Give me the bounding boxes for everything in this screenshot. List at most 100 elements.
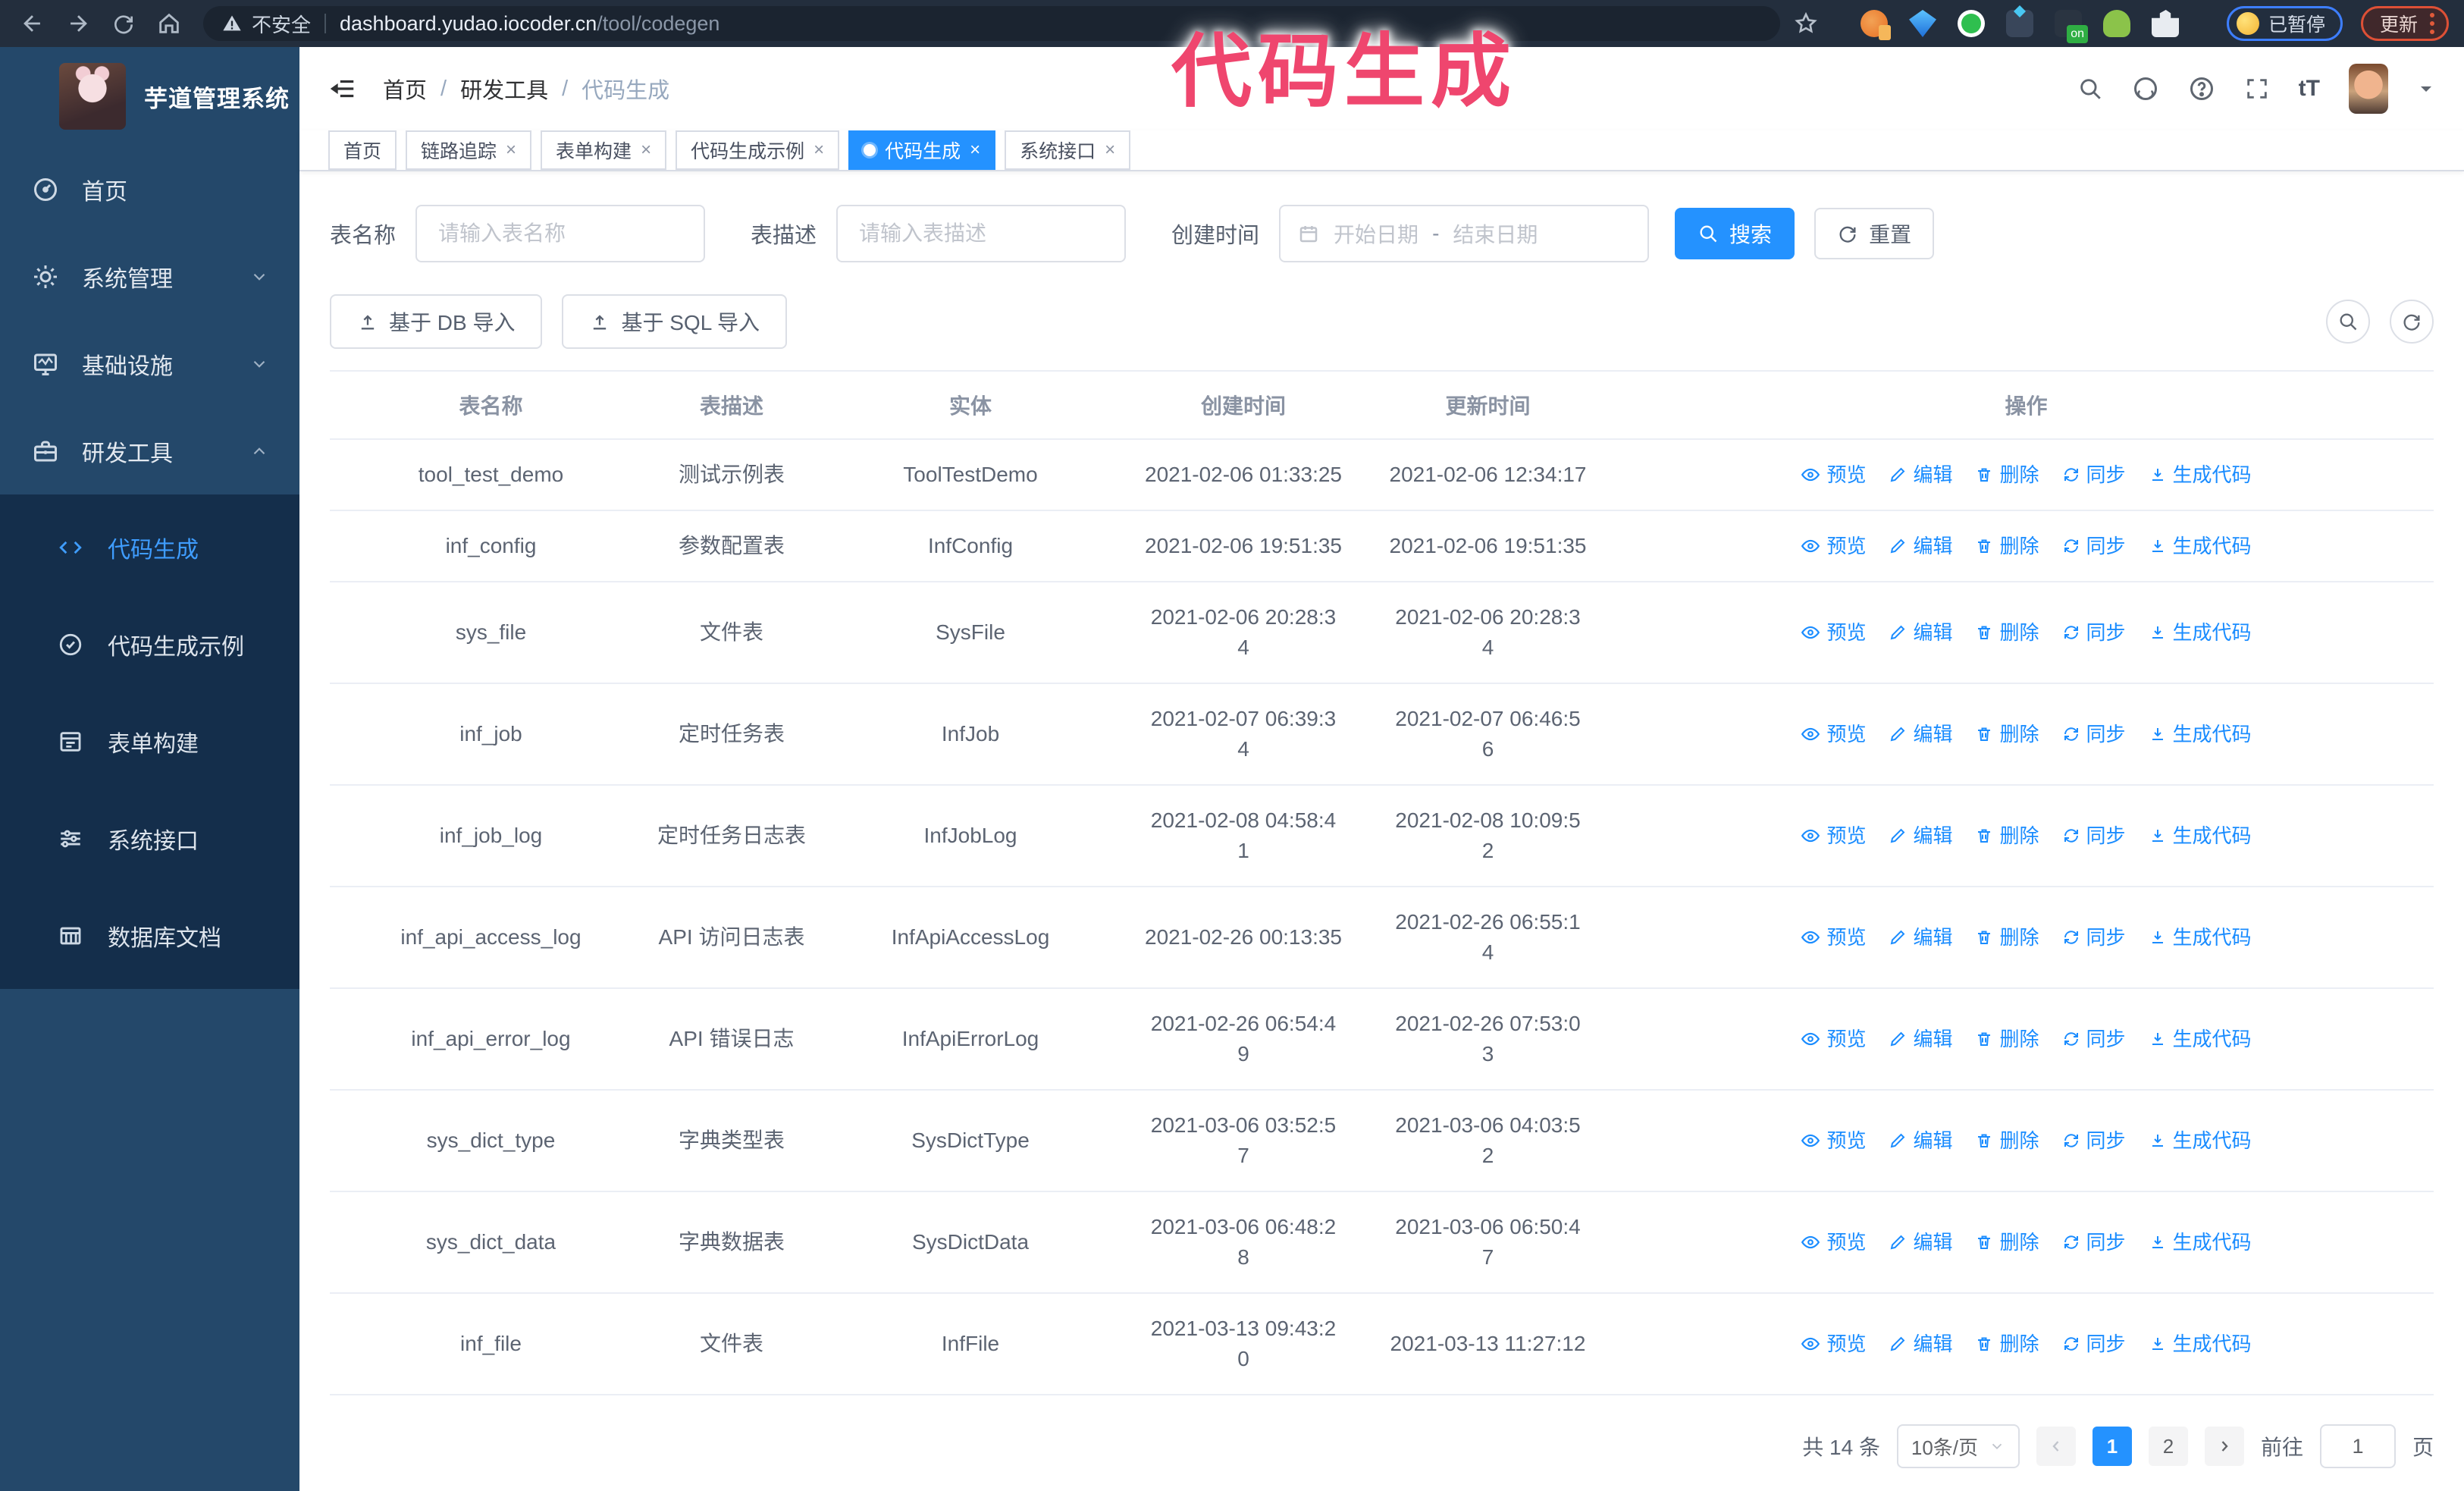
github-icon[interactable] — [2132, 75, 2159, 102]
close-icon[interactable]: × — [1105, 141, 1115, 159]
delete-link[interactable]: 删除 — [1975, 719, 2039, 749]
tag-home[interactable]: 首页 — [328, 130, 397, 170]
sync-link[interactable]: 同步 — [2062, 922, 2126, 953]
edit-link[interactable]: 编辑 — [1889, 460, 1952, 490]
extension-green-check-icon[interactable] — [1958, 10, 1985, 37]
sync-link[interactable]: 同步 — [2062, 617, 2126, 648]
extension-gem-icon[interactable] — [1909, 10, 1936, 37]
sidebar-item-codegen[interactable]: 代码生成 — [0, 499, 299, 596]
delete-link[interactable]: 删除 — [1975, 1024, 2039, 1054]
close-icon[interactable]: × — [813, 141, 824, 159]
extension-orange-icon[interactable] — [1861, 10, 1891, 40]
sidebar-item-infra[interactable]: 基础设施 — [0, 320, 299, 407]
profile-paused-badge[interactable]: 已暂停 — [2226, 6, 2343, 41]
generate-code-link[interactable]: 生成代码 — [2149, 719, 2252, 749]
preview-link[interactable]: 预览 — [1801, 821, 1866, 851]
close-icon[interactable]: × — [970, 141, 980, 159]
delete-link[interactable]: 删除 — [1975, 1125, 2039, 1156]
sync-link[interactable]: 同步 — [2062, 719, 2126, 749]
import-db-button[interactable]: 基于 DB 导入 — [330, 294, 543, 349]
search-icon[interactable] — [2077, 76, 2103, 102]
browser-reload-button[interactable] — [106, 6, 141, 41]
table-desc-input[interactable] — [836, 205, 1127, 262]
help-icon[interactable] — [2188, 75, 2215, 102]
edit-link[interactable]: 编辑 — [1889, 1227, 1952, 1257]
edit-link[interactable]: 编辑 — [1889, 922, 1952, 953]
sync-link[interactable]: 同步 — [2062, 1329, 2126, 1359]
sidebar-item-devtools[interactable]: 研发工具 — [0, 407, 299, 494]
sync-link[interactable]: 同步 — [2062, 531, 2126, 561]
date-range-picker[interactable]: 开始日期 - 结束日期 — [1279, 205, 1650, 262]
extensions-puzzle-icon[interactable] — [2152, 10, 2179, 37]
preview-link[interactable]: 预览 — [1801, 1024, 1866, 1054]
breadcrumb-devtools[interactable]: 研发工具 — [460, 73, 548, 105]
sidebar-item-db-doc[interactable]: 数据库文档 — [0, 887, 299, 984]
page-button-2[interactable]: 2 — [2148, 1427, 2188, 1466]
sidebar-fold-icon[interactable] — [328, 74, 357, 103]
sync-link[interactable]: 同步 — [2062, 821, 2126, 851]
sync-link[interactable]: 同步 — [2062, 460, 2126, 490]
tag-tracing[interactable]: 链路追踪 × — [406, 130, 532, 170]
tag-codegen[interactable]: 代码生成 × — [848, 130, 996, 170]
font-size-icon[interactable]: tT — [2299, 76, 2320, 102]
extension-on-badge-icon[interactable] — [2055, 10, 2088, 43]
browser-home-button[interactable] — [152, 6, 187, 41]
edit-link[interactable]: 编辑 — [1889, 821, 1952, 851]
app-logo[interactable]: 芋道管理系统 — [0, 47, 299, 146]
delete-link[interactable]: 删除 — [1975, 922, 2039, 953]
delete-link[interactable]: 删除 — [1975, 531, 2039, 561]
search-button[interactable]: 搜索 — [1675, 208, 1795, 259]
table-name-input[interactable] — [415, 205, 706, 262]
edit-link[interactable]: 编辑 — [1889, 531, 1952, 561]
delete-link[interactable]: 删除 — [1975, 617, 2039, 648]
preview-link[interactable]: 预览 — [1801, 1227, 1866, 1257]
toggle-search-button[interactable] — [2326, 300, 2370, 344]
sync-link[interactable]: 同步 — [2062, 1125, 2126, 1156]
goto-page-input[interactable] — [2319, 1424, 2396, 1468]
tag-codegen-example[interactable]: 代码生成示例 × — [676, 130, 840, 170]
browser-back-button[interactable] — [15, 6, 50, 41]
delete-link[interactable]: 删除 — [1975, 821, 2039, 851]
page-button-1[interactable]: 1 — [2092, 1427, 2132, 1466]
browser-menu-icon[interactable] — [2430, 13, 2434, 34]
preview-link[interactable]: 预览 — [1801, 719, 1866, 749]
preview-link[interactable]: 预览 — [1801, 531, 1866, 561]
preview-link[interactable]: 预览 — [1801, 922, 1866, 953]
tag-system-api[interactable]: 系统接口 × — [1005, 130, 1131, 170]
generate-code-link[interactable]: 生成代码 — [2149, 531, 2252, 561]
edit-link[interactable]: 编辑 — [1889, 1125, 1952, 1156]
sidebar-item-codegen-example[interactable]: 代码生成示例 — [0, 596, 299, 693]
preview-link[interactable]: 预览 — [1801, 1125, 1866, 1156]
refresh-table-button[interactable] — [2390, 300, 2434, 344]
extension-robot-icon[interactable] — [2103, 10, 2130, 37]
import-sql-button[interactable]: 基于 SQL 导入 — [562, 294, 788, 349]
generate-code-link[interactable]: 生成代码 — [2149, 617, 2252, 648]
prev-page-button[interactable] — [2036, 1427, 2076, 1466]
preview-link[interactable]: 预览 — [1801, 617, 1866, 648]
edit-link[interactable]: 编辑 — [1889, 617, 1952, 648]
next-page-button[interactable] — [2204, 1427, 2244, 1466]
user-avatar[interactable] — [2349, 64, 2388, 114]
preview-link[interactable]: 预览 — [1801, 460, 1866, 490]
sidebar-item-system-api[interactable]: 系统接口 — [0, 790, 299, 887]
bookmark-star-icon[interactable] — [1794, 11, 1818, 36]
browser-forward-button[interactable] — [61, 6, 96, 41]
close-icon[interactable]: × — [506, 141, 516, 159]
edit-link[interactable]: 编辑 — [1889, 719, 1952, 749]
generate-code-link[interactable]: 生成代码 — [2149, 1024, 2252, 1054]
address-bar[interactable]: 不安全 dashboard.yudao.iocoder.cn /tool/cod… — [203, 6, 1780, 41]
delete-link[interactable]: 删除 — [1975, 460, 2039, 490]
generate-code-link[interactable]: 生成代码 — [2149, 821, 2252, 851]
browser-update-button[interactable]: 更新 — [2360, 6, 2449, 41]
edit-link[interactable]: 编辑 — [1889, 1024, 1952, 1054]
page-size-select[interactable]: 10条/页 — [1896, 1424, 2020, 1468]
extension-grid-icon[interactable] — [2006, 10, 2033, 37]
edit-link[interactable]: 编辑 — [1889, 1329, 1952, 1359]
generate-code-link[interactable]: 生成代码 — [2149, 922, 2252, 953]
delete-link[interactable]: 删除 — [1975, 1329, 2039, 1359]
breadcrumb-home[interactable]: 首页 — [383, 73, 427, 105]
tag-form-builder[interactable]: 表单构建 × — [541, 130, 667, 170]
sidebar-item-system[interactable]: 系统管理 — [0, 233, 299, 320]
sync-link[interactable]: 同步 — [2062, 1024, 2126, 1054]
sidebar-item-form-builder[interactable]: 表单构建 — [0, 693, 299, 790]
